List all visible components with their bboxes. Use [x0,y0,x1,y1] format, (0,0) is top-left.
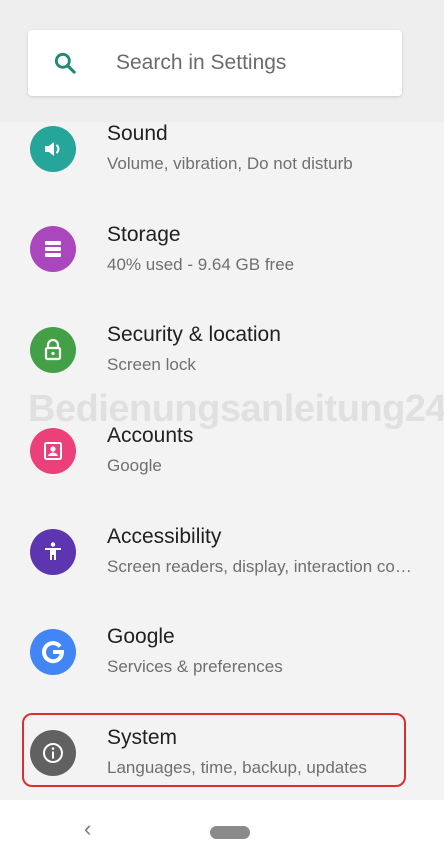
highlight-frame [22,713,406,787]
settings-item-subtitle: Volume, vibration, Do not disturb [107,154,353,173]
settings-item-title: Storage [107,223,181,246]
accessibility-icon [30,529,76,575]
settings-item-title: Security & location [107,323,281,346]
settings-item-title: Sound [107,122,168,145]
watermark: Bedienungsanleitung24.de [28,388,444,430]
settings-item-subtitle: Screen lock [107,355,196,374]
google-icon [30,629,76,675]
home-button[interactable] [210,826,250,839]
settings-item-google[interactable]: Google Services & preferences [0,615,444,715]
account-icon [30,428,76,474]
settings-item-title: Google [107,625,175,648]
settings-item-subtitle: Services & preferences [107,657,283,676]
settings-item-storage[interactable]: Storage 40% used - 9.64 GB free [0,212,444,312]
navigation-bar: ‹ [0,800,444,854]
settings-item-sound[interactable]: Sound Volume, vibration, Do not disturb [0,112,444,212]
lock-icon [30,327,76,373]
settings-item-accessibility[interactable]: Accessibility Screen readers, display, i… [0,515,444,615]
settings-item-subtitle: 40% used - 9.64 GB free [107,255,295,274]
settings-item-subtitle: Google [107,456,162,475]
search-input[interactable]: Search in Settings [116,51,286,75]
settings-item-title: Accessibility [107,525,222,548]
top-app-bar: Search in Settings [0,0,444,122]
storage-icon [30,226,76,272]
search-icon [54,52,76,74]
settings-item-subtitle: Screen readers, display, interaction con… [107,557,412,576]
search-bar[interactable]: Search in Settings [28,30,402,96]
back-button[interactable]: ‹ [84,816,91,842]
volume-icon [30,126,76,172]
